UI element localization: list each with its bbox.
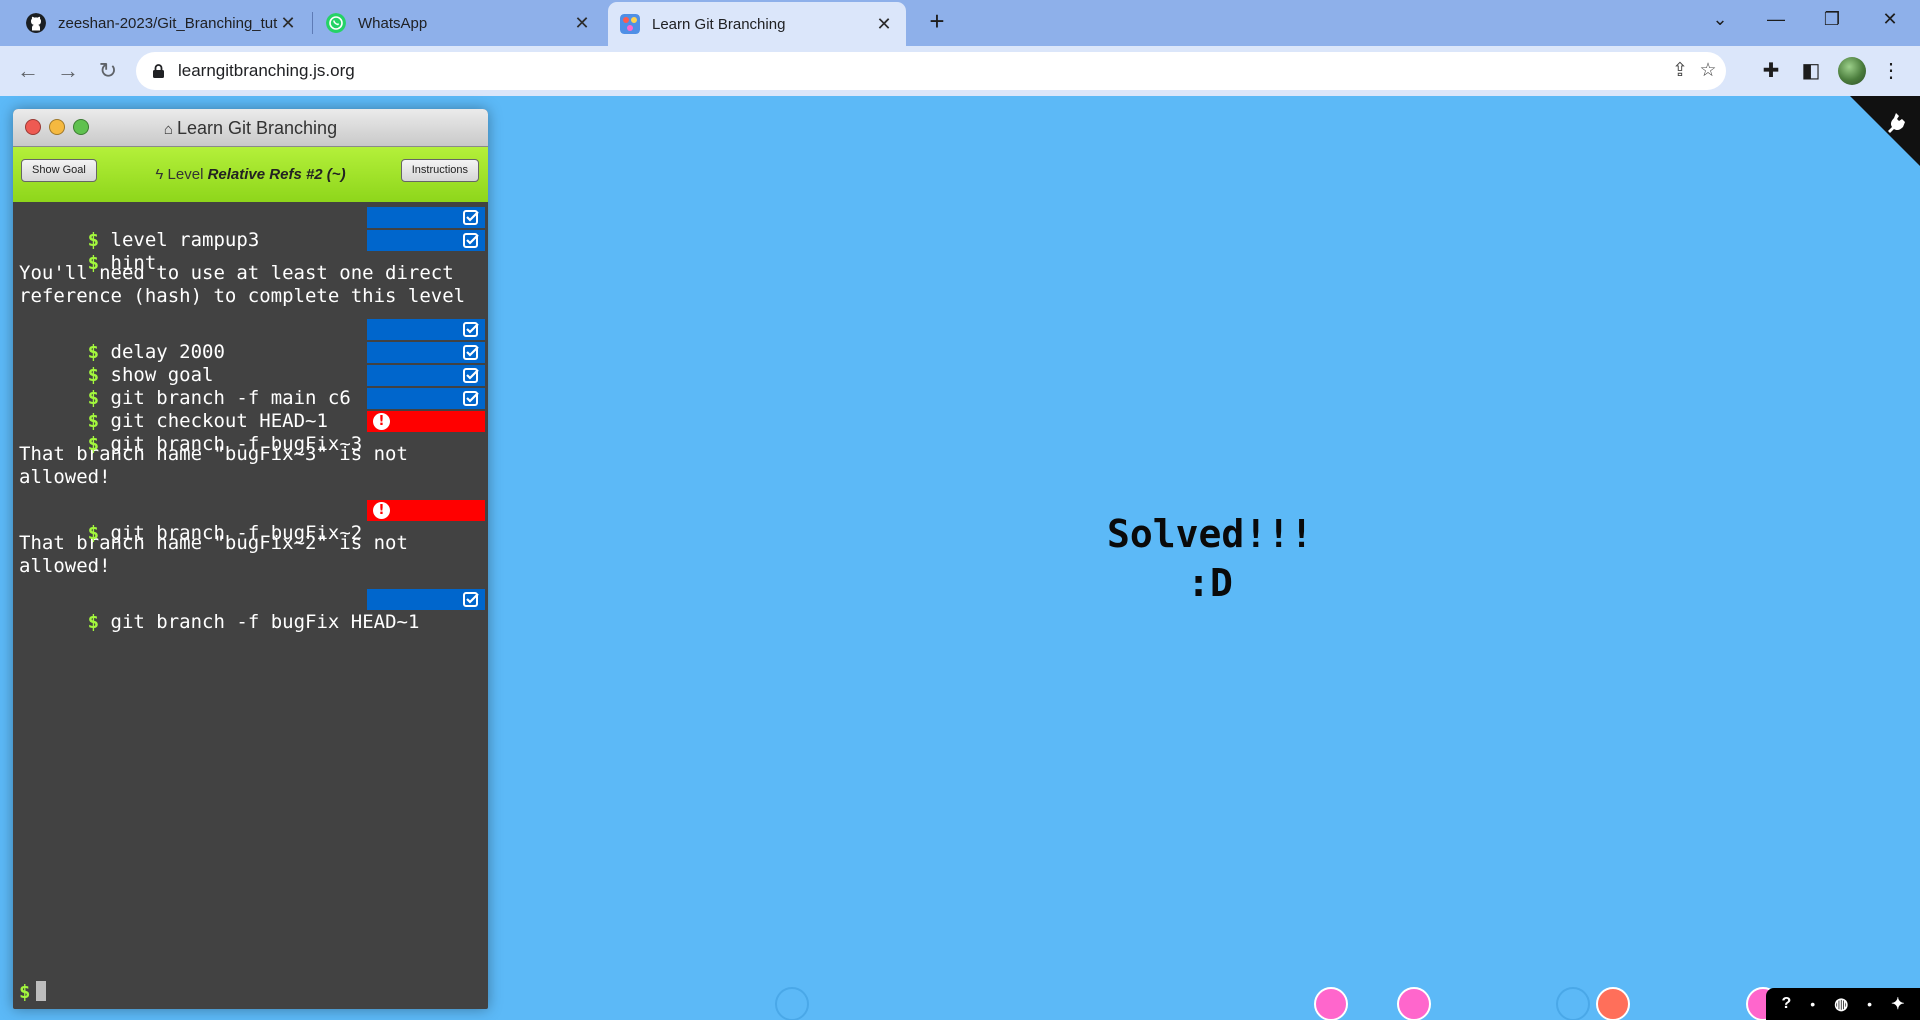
prompt-symbol: $: [19, 981, 31, 1003]
command-row: $ show goal: [19, 341, 485, 386]
command-text: hint: [110, 252, 157, 274]
text-cursor: [36, 981, 47, 1001]
command-row: $ delay 2000: [19, 318, 485, 363]
status-bar: [367, 319, 485, 340]
commit-node[interactable]: [1596, 987, 1630, 1020]
level-prefix: Level: [167, 166, 204, 183]
status-bar: !: [367, 411, 485, 432]
bottom-toolbar: ? • ◍ • ✦: [1766, 988, 1920, 1020]
solved-line-2: :D: [1187, 561, 1233, 605]
tab-title: WhatsApp: [358, 14, 428, 32]
prompt-symbol: $: [87, 522, 100, 544]
checkbox-check-icon: [463, 233, 479, 248]
bookmark-star-icon[interactable]: ☆: [1696, 59, 1720, 83]
command-row: $ git checkout HEAD~1: [19, 387, 485, 432]
close-icon[interactable]: ✕: [278, 13, 298, 34]
extensions-icon[interactable]: ✚: [1756, 56, 1786, 86]
prompt-symbol: $: [87, 433, 100, 455]
profile-avatar[interactable]: [1838, 57, 1866, 85]
checkbox-check-icon: [463, 345, 479, 360]
home-icon: ⌂: [163, 121, 173, 138]
status-bar: [367, 207, 485, 228]
url-text: learngitbranching.js.org: [178, 61, 355, 80]
learngit-icon: [620, 14, 640, 34]
terminal-history: $ level rampup3 $ hint You'll need to us…: [13, 202, 488, 633]
tab-title: Learn Git Branching: [652, 15, 786, 33]
status-bar: [367, 365, 485, 386]
reload-button[interactable]: ↻: [93, 56, 123, 86]
forward-button[interactable]: →: [53, 56, 83, 86]
solved-line-1: Solved!!!: [1107, 512, 1313, 556]
menu-icon[interactable]: ⋮: [1876, 56, 1906, 86]
lock-icon: [153, 64, 164, 78]
terminal-window: ⌂ Learn Git Branching Show Goal ϟ Level R…: [13, 109, 488, 1009]
checkbox-check-icon: [463, 391, 479, 406]
tab-separator: [312, 12, 313, 34]
commit-node[interactable]: [1397, 987, 1431, 1020]
separator-dot: •: [1810, 996, 1816, 1012]
tab-title: zeeshan-2023/Git_Branching_tut: [58, 14, 278, 32]
checkbox-check-icon: [463, 368, 479, 383]
checkbox-check-icon: [463, 592, 479, 607]
github-corner-icon[interactable]: [1850, 96, 1920, 166]
address-bar[interactable]: learngitbranching.js.org ⇪ ☆: [136, 52, 1726, 90]
github-icon: [26, 13, 46, 33]
lightning-icon: ϟ: [155, 166, 164, 183]
status-bar: !: [367, 500, 485, 521]
instructions-button[interactable]: Instructions: [400, 159, 479, 182]
close-icon[interactable]: ✕: [874, 14, 894, 35]
command-text: git branch -f bugFix~2: [110, 522, 363, 544]
close-window-button[interactable]: ✕: [1866, 0, 1914, 38]
command-text: git branch -f bugFix HEAD~1: [110, 611, 420, 633]
status-bar: [367, 388, 485, 409]
back-button[interactable]: ←: [13, 56, 43, 86]
solved-message: Solved!!! :D: [1060, 510, 1360, 608]
command-row: $ git branch -f main c6: [19, 364, 485, 409]
error-icon: !: [373, 502, 390, 519]
terminal-title: ⌂ Learn Git Branching: [13, 109, 488, 149]
command-row: $ level rampup3: [19, 206, 485, 251]
side-panel-icon[interactable]: ◧: [1796, 56, 1826, 86]
tab-learn-git-branching[interactable]: Learn Git Branching ✕: [608, 2, 906, 46]
command-text: git branch -f bugFix~3: [110, 433, 363, 455]
command-input[interactable]: $: [19, 981, 47, 1004]
share-icon[interactable]: ⇪: [1668, 59, 1692, 83]
error-icon: !: [373, 413, 390, 430]
status-bar: [367, 342, 485, 363]
restore-button[interactable]: ❐: [1808, 0, 1856, 38]
tab-strip: zeeshan-2023/Git_Branching_tut ✕ WhatsAp…: [0, 0, 1920, 46]
twitter-icon[interactable]: ✦: [1891, 994, 1904, 1014]
close-icon[interactable]: ✕: [572, 13, 592, 34]
commit-node[interactable]: [775, 987, 809, 1020]
level-bar: Show Goal ϟ Level Relative Refs #2 (~) I…: [13, 147, 488, 202]
whatsapp-icon: [326, 13, 346, 33]
command-row: $ git branch -f bugFix~2 !: [19, 499, 485, 544]
command-row: $ hint: [19, 229, 485, 274]
commit-node[interactable]: [1556, 987, 1590, 1020]
status-bar: [367, 589, 485, 610]
tab-github[interactable]: zeeshan-2023/Git_Branching_tut ✕: [14, 4, 310, 42]
globe-icon[interactable]: ◍: [1834, 994, 1848, 1014]
tab-search-button[interactable]: ⌄: [1696, 0, 1744, 38]
terminal-title-text: Learn Git Branching: [176, 118, 338, 138]
terminal-titlebar: ⌂ Learn Git Branching: [13, 109, 488, 147]
commit-node[interactable]: [1314, 987, 1348, 1020]
browser-toolbar: ← → ↻ learngitbranching.js.org ⇪ ☆ ✚ ◧ ⋮: [0, 46, 1920, 96]
level-name: Relative Refs #2 (~): [207, 166, 346, 183]
minimize-button[interactable]: —: [1752, 0, 1800, 38]
prompt-symbol: $: [87, 252, 100, 274]
command-row: $ git branch -f bugFix~3 !: [19, 410, 485, 455]
status-bar: [367, 230, 485, 251]
command-row: $ git branch -f bugFix HEAD~1: [19, 588, 485, 633]
tab-whatsapp[interactable]: WhatsApp ✕: [314, 4, 604, 42]
prompt-symbol: $: [87, 611, 100, 633]
new-tab-button[interactable]: +: [922, 6, 952, 36]
checkbox-check-icon: [463, 210, 479, 225]
checkbox-check-icon: [463, 322, 479, 337]
separator-dot: •: [1867, 996, 1873, 1012]
help-icon[interactable]: ?: [1782, 995, 1792, 1013]
